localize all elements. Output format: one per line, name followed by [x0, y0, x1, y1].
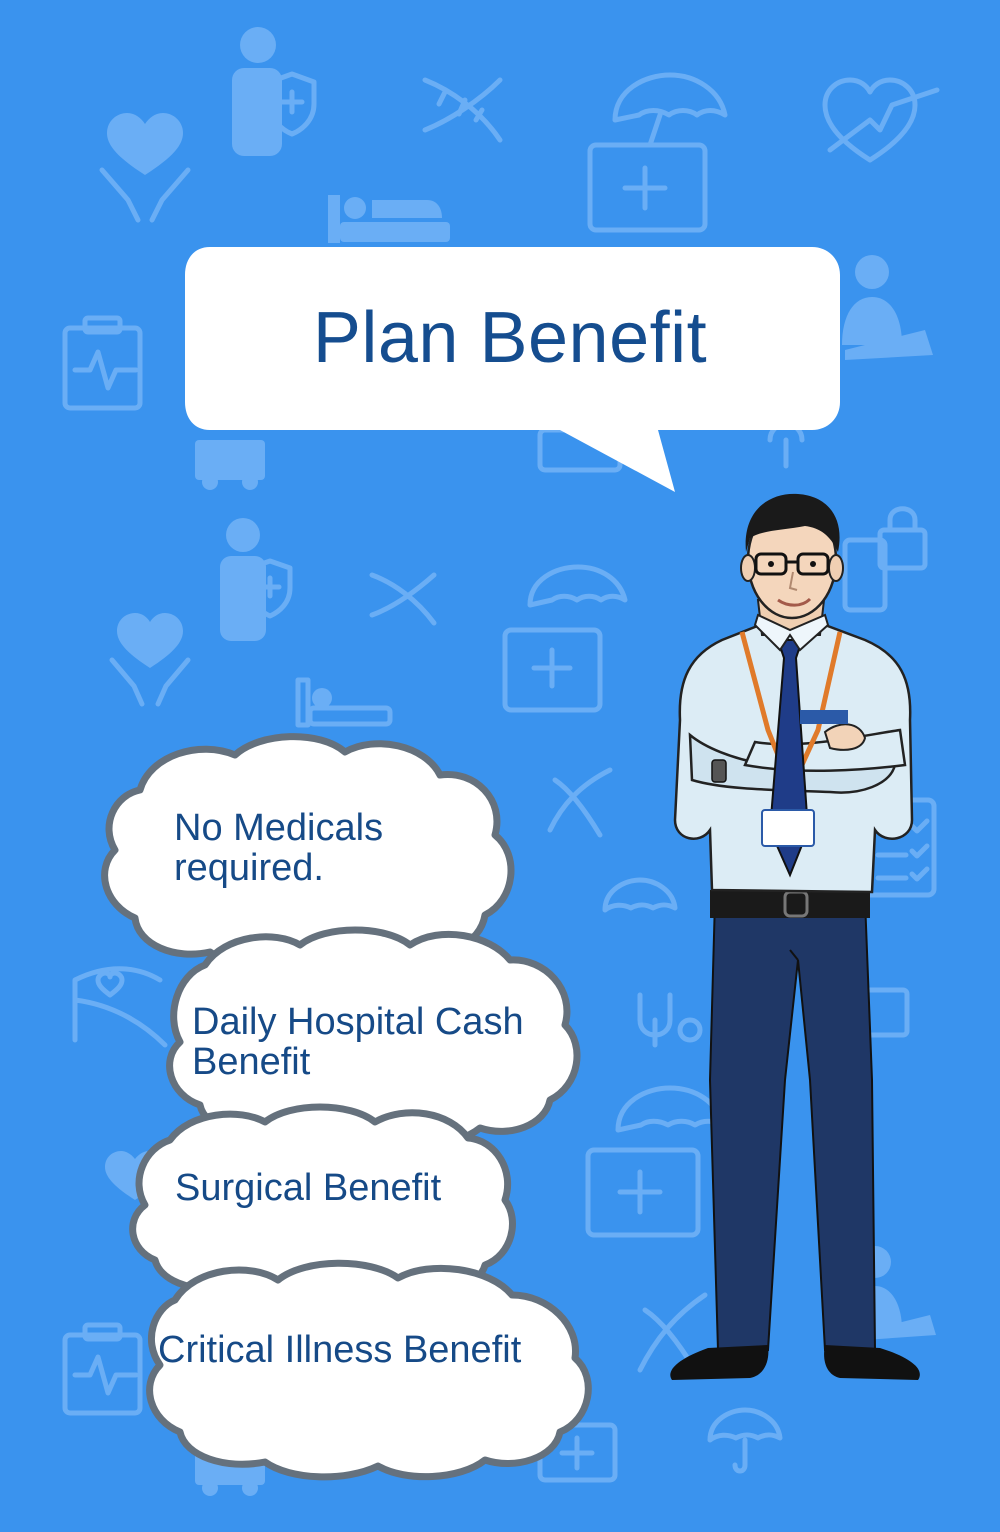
benefit-line: Benefit — [192, 1041, 311, 1083]
benefit-text-1: No Medicals required. — [174, 808, 383, 888]
plan-benefit-poster: Plan Benefit No Medicals required. Daily… — [0, 0, 1000, 1532]
benefit-text-3: Surgical Benefit — [175, 1168, 441, 1208]
benefit-line: required. — [174, 847, 324, 889]
benefit-line: Daily Hospital Cash — [192, 1001, 524, 1043]
benefit-line: No Medicals — [174, 807, 384, 849]
benefit-text-4: Critical Illness Benefit — [158, 1330, 521, 1370]
benefit-line: Critical Illness Benefit — [158, 1329, 522, 1371]
benefit-text-2: Daily Hospital Cash Benefit — [192, 1002, 524, 1082]
insurance-agent-illustration — [670, 493, 920, 1380]
benefit-line: Surgical Benefit — [175, 1167, 442, 1209]
